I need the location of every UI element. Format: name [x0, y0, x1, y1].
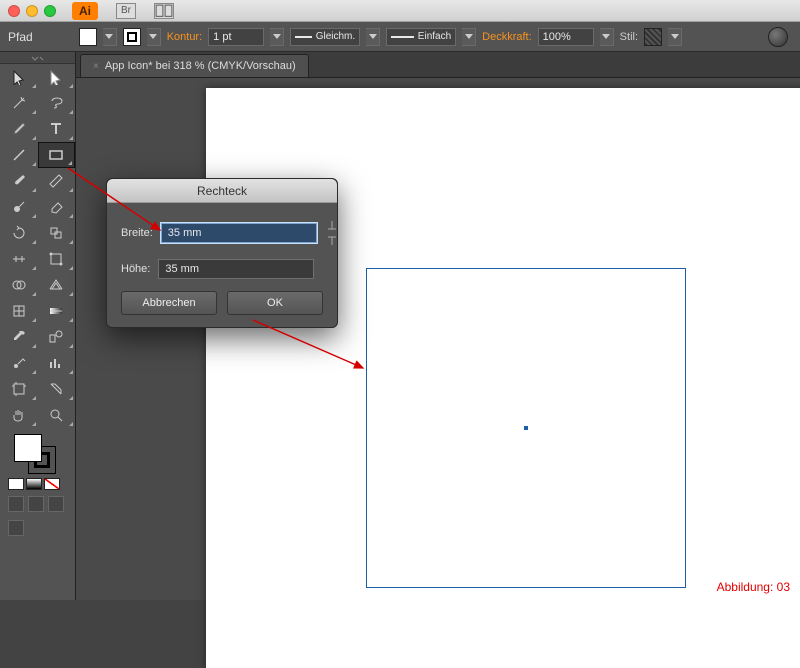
minimize-window-button[interactable] — [26, 5, 38, 17]
figure-caption: Abbildung: 03 — [717, 580, 790, 594]
mesh-tool[interactable] — [0, 298, 38, 324]
ok-button[interactable]: OK — [227, 291, 323, 315]
selection-kind-label: Pfad — [8, 30, 33, 44]
constrain-proportions-icon[interactable] — [325, 219, 339, 247]
bridge-icon[interactable]: Br — [116, 3, 136, 19]
free-transform-tool[interactable] — [38, 246, 76, 272]
arrange-documents-icon[interactable] — [154, 3, 174, 19]
line-tool[interactable] — [0, 142, 38, 168]
blob-brush-tool[interactable] — [0, 194, 38, 220]
opacity-field[interactable]: 100% — [538, 28, 594, 46]
draw-normal-icon[interactable] — [8, 496, 24, 512]
stroke-dropdown[interactable] — [147, 28, 161, 46]
hand-tool[interactable] — [0, 402, 38, 428]
scale-tool[interactable] — [38, 220, 76, 246]
graphic-style-dropdown[interactable] — [668, 28, 682, 46]
stroke-weight-dropdown[interactable] — [270, 28, 284, 46]
artboard-tool[interactable] — [0, 376, 38, 402]
rectangle-dialog: Rechteck Breite: Höhe: Abbrechen OK — [106, 178, 338, 328]
brush-definition[interactable]: Einfach — [386, 28, 456, 46]
paintbrush-tool[interactable] — [0, 168, 38, 194]
zoom-tool[interactable] — [38, 402, 76, 428]
tools-collapse-handle[interactable] — [0, 52, 75, 64]
stroke-type-label: Gleichm. — [316, 31, 355, 42]
symbol-sprayer-tool[interactable] — [0, 350, 38, 376]
magic-wand-tool[interactable] — [0, 90, 38, 116]
variable-width-dropdown[interactable] — [366, 28, 380, 46]
brush-profile-label: Einfach — [418, 31, 451, 42]
type-tool[interactable] — [38, 116, 76, 142]
fill-dropdown[interactable] — [103, 28, 117, 46]
cancel-button[interactable]: Abbrechen — [121, 291, 217, 315]
style-label: Stil: — [620, 31, 638, 43]
opacity-label: Deckkraft: — [482, 31, 532, 43]
rectangle-tool[interactable] — [38, 142, 76, 168]
fill-swatch[interactable] — [79, 28, 97, 46]
stroke-swatch[interactable] — [123, 28, 141, 46]
fill-color-box[interactable] — [14, 434, 42, 462]
width-tool[interactable] — [0, 246, 38, 272]
blend-tool[interactable] — [38, 324, 76, 350]
close-tab-icon[interactable]: × — [93, 61, 99, 72]
app-badge: Ai — [72, 2, 98, 20]
perspective-grid-tool[interactable] — [38, 272, 76, 298]
opacity-dropdown[interactable] — [600, 28, 614, 46]
stroke-label: Kontur: — [167, 31, 202, 43]
document-tab-title: App Icon* bei 318 % (CMYK/Vorschau) — [105, 60, 296, 72]
eraser-tool[interactable] — [38, 194, 76, 220]
gradient-mode-icon[interactable] — [26, 478, 42, 490]
close-window-button[interactable] — [8, 5, 20, 17]
dialog-title: Rechteck — [107, 179, 337, 203]
width-input[interactable] — [161, 223, 317, 243]
document-tab[interactable]: × App Icon* bei 318 % (CMYK/Vorschau) — [80, 54, 309, 77]
slice-tool[interactable] — [38, 376, 76, 402]
color-mode-icon[interactable] — [8, 478, 24, 490]
rectangle-shape-selected[interactable] — [366, 268, 686, 588]
pencil-tool[interactable] — [38, 168, 76, 194]
graphic-style-swatch[interactable] — [644, 28, 662, 46]
fill-stroke-control[interactable] — [0, 428, 75, 476]
variable-width-profile[interactable]: Gleichm. — [290, 28, 360, 46]
draw-behind-icon[interactable] — [28, 496, 44, 512]
brush-dropdown[interactable] — [462, 28, 476, 46]
gradient-tool[interactable] — [38, 298, 76, 324]
workspace: Abbildung: 03 — [76, 78, 800, 600]
pen-tool[interactable] — [0, 116, 38, 142]
height-label: Höhe: — [121, 263, 150, 275]
lasso-tool[interactable] — [38, 90, 76, 116]
zoom-window-button[interactable] — [44, 5, 56, 17]
document-tab-bar: × App Icon* bei 318 % (CMYK/Vorschau) — [0, 52, 800, 78]
height-input[interactable] — [158, 259, 314, 279]
screen-mode-icon[interactable] — [8, 520, 24, 536]
graph-tool[interactable] — [38, 350, 76, 376]
none-mode-icon[interactable] — [44, 478, 60, 490]
shape-builder-tool[interactable] — [0, 272, 38, 298]
tools-panel — [0, 52, 76, 600]
eyedropper-tool[interactable] — [0, 324, 38, 350]
document-setup-icon[interactable] — [768, 27, 788, 47]
selection-center-point — [524, 426, 528, 430]
window-titlebar: Ai Br — [0, 0, 800, 22]
stroke-weight-field[interactable]: 1 pt — [208, 28, 264, 46]
direct-selection-tool[interactable] — [38, 64, 76, 90]
width-label: Breite: — [121, 227, 153, 239]
selection-tool[interactable] — [0, 64, 38, 90]
rotate-tool[interactable] — [0, 220, 38, 246]
draw-inside-icon[interactable] — [48, 496, 64, 512]
control-bar: Pfad Kontur: 1 pt Gleichm. Einfach Deckk… — [0, 22, 800, 52]
